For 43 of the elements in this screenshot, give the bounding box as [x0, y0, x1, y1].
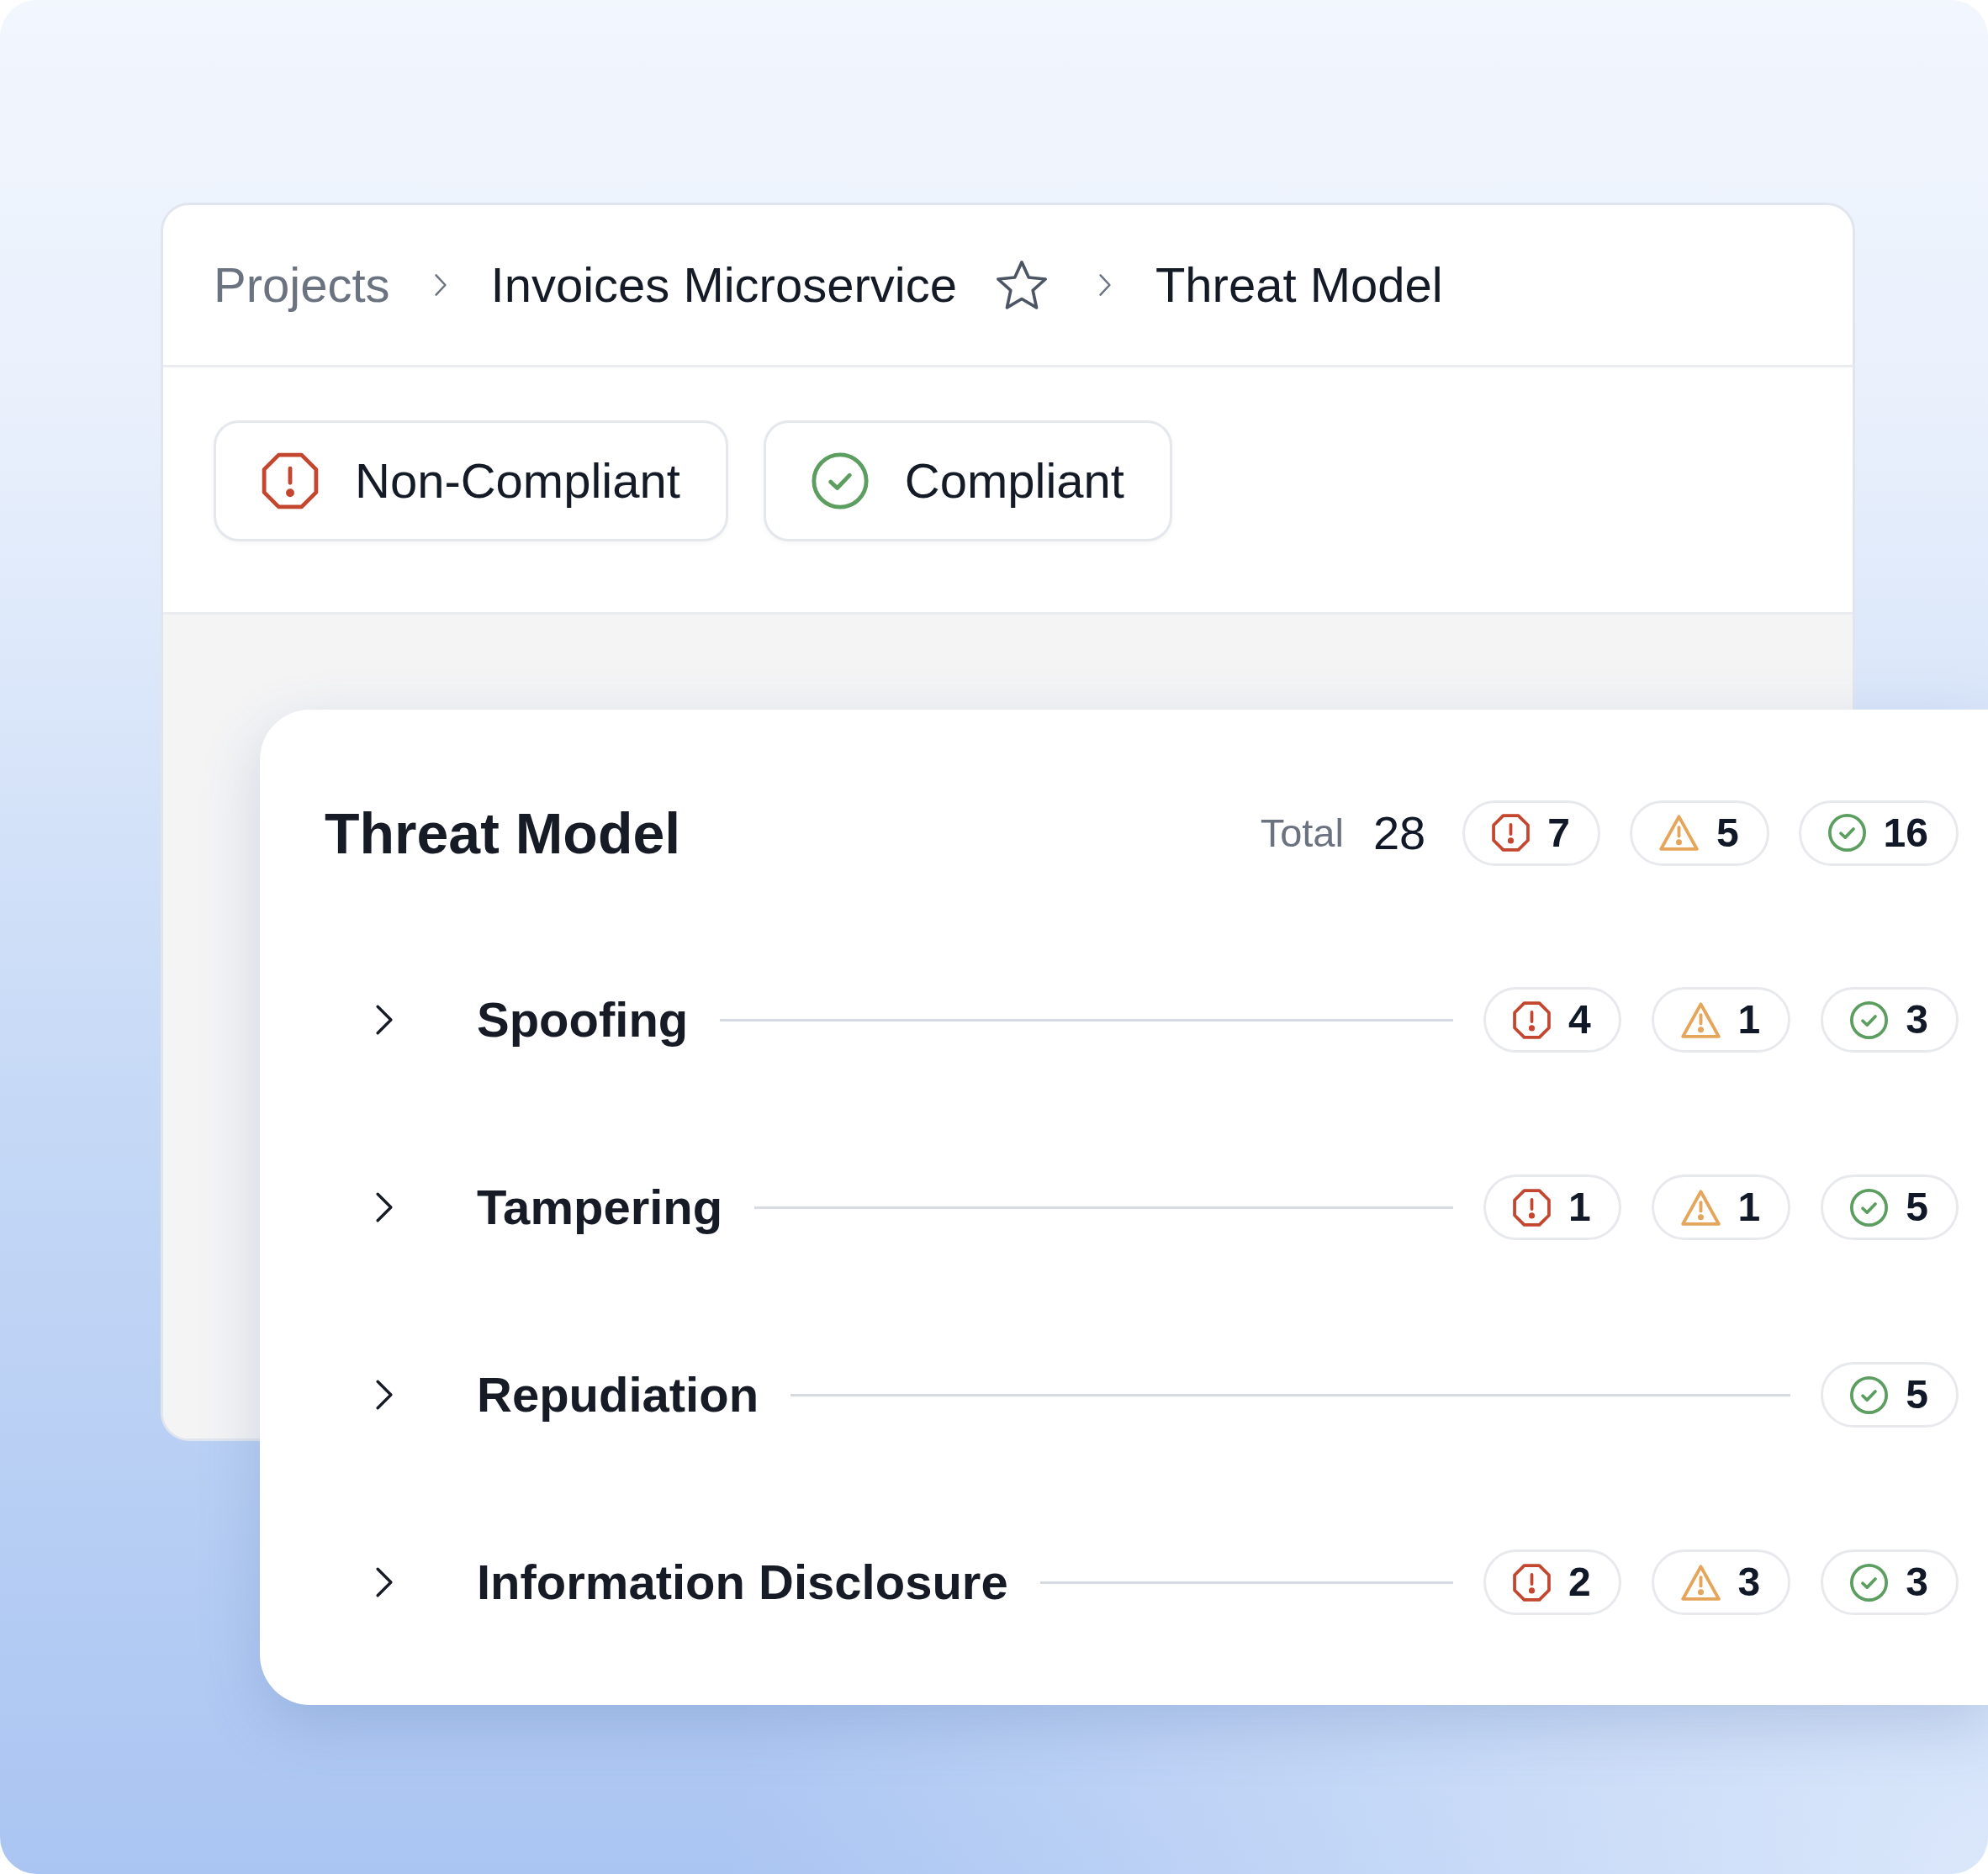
chevron-right-icon[interactable]: [375, 1566, 394, 1598]
count-number: 1: [1568, 1187, 1591, 1227]
star-icon[interactable]: [995, 260, 1048, 310]
chevron-right-icon[interactable]: [375, 1191, 394, 1223]
warning-triangle-icon: [1680, 1564, 1721, 1601]
check-circle-icon: [1850, 1563, 1889, 1602]
count-number: 3: [1737, 1562, 1761, 1602]
total-count: 28: [1372, 809, 1426, 857]
breadcrumb-link[interactable]: Invoices Microservice: [490, 261, 957, 309]
count-number: 1: [1737, 1187, 1761, 1227]
check-circle-icon: [1850, 1375, 1889, 1414]
check-circle-icon: [1827, 814, 1866, 852]
count-number: 1: [1737, 1000, 1761, 1040]
count-number: 3: [1906, 1000, 1928, 1040]
breadcrumb-link[interactable]: Threat Model: [1155, 261, 1443, 309]
chevron-right-icon: [433, 273, 447, 297]
chevron-right-icon: [1097, 273, 1112, 297]
chevron-right-icon[interactable]: [375, 1379, 394, 1411]
warning-triangle-icon: [1658, 815, 1699, 851]
total-label: Total: [1260, 813, 1344, 853]
alert-octagon-icon: [262, 452, 319, 509]
alert-octagon-icon: [1512, 1563, 1551, 1602]
count-number: 2: [1568, 1562, 1591, 1602]
count-number: 7: [1547, 812, 1570, 853]
check-circle-icon: [811, 452, 869, 509]
count-number: 5: [1906, 1375, 1928, 1415]
count-number: 5: [1716, 812, 1739, 853]
alert-octagon-icon: [1492, 814, 1531, 852]
section-title: Threat Model: [325, 804, 681, 862]
check-circle-icon: [1850, 1000, 1889, 1039]
warning-triangle-icon: [1680, 1189, 1721, 1226]
alert-octagon-icon: [1512, 1188, 1551, 1227]
count-number: 4: [1568, 1000, 1591, 1040]
check-circle-icon: [1850, 1188, 1889, 1227]
filter-button[interactable]: Non-Compliant: [214, 420, 728, 541]
alert-octagon-icon: [1512, 1000, 1551, 1039]
count-number: 16: [1883, 812, 1928, 853]
filter-button[interactable]: Compliant: [763, 420, 1172, 541]
category-label: Information Disclosure: [477, 1558, 1008, 1607]
count-number: 5: [1906, 1187, 1928, 1227]
chevron-right-icon[interactable]: [375, 1004, 394, 1036]
count-number: 3: [1906, 1562, 1928, 1602]
warning-triangle-icon: [1680, 1001, 1721, 1038]
